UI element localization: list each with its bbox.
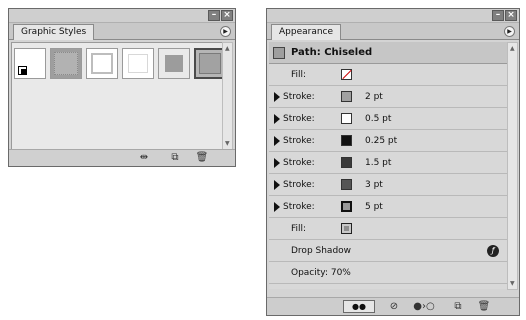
graphic-styles-titlebar[interactable]: – × bbox=[9, 9, 235, 23]
appearance-row-fill[interactable]: Fill: bbox=[269, 218, 507, 240]
trash-icon[interactable]: 🗑 bbox=[477, 301, 491, 313]
graphic-styles-footer: ⇹ ⧉ 🗑 bbox=[9, 149, 235, 166]
stroke-swatch-icon[interactable] bbox=[341, 113, 352, 124]
stroke-swatch-icon[interactable] bbox=[341, 179, 352, 190]
appearance-footer: ●● ⊘ ●›○ ⧉ 🗑 bbox=[267, 297, 519, 315]
expand-triangle-icon[interactable] bbox=[274, 92, 280, 102]
row-label: Stroke: bbox=[283, 114, 315, 124]
close-icon[interactable]: × bbox=[221, 10, 233, 21]
path-thumbnail-icon bbox=[273, 47, 285, 59]
stroke-swatch-icon[interactable] bbox=[341, 201, 352, 212]
row-label: Stroke: bbox=[283, 92, 315, 102]
duplicate-item-icon[interactable]: ⧉ bbox=[451, 301, 465, 313]
style-swatch-outline[interactable] bbox=[122, 48, 154, 79]
new-style-icon[interactable]: ⧉ bbox=[168, 152, 182, 164]
appearance-row-stroke[interactable]: Stroke: 5 pt bbox=[269, 196, 507, 218]
appearance-row-effect[interactable]: Drop Shadow ƒ bbox=[269, 240, 507, 262]
stroke-swatch-icon[interactable] bbox=[341, 91, 352, 102]
appearance-scrollbar[interactable]: ▲ ▼ bbox=[507, 42, 518, 290]
appearance-attribute-list: Fill: Stroke: 2 pt Stroke: 0.5 pt Stroke… bbox=[269, 64, 507, 289]
row-label: Stroke: bbox=[283, 136, 315, 146]
expand-triangle-icon[interactable] bbox=[274, 114, 280, 124]
stroke-swatch-icon[interactable] bbox=[341, 157, 352, 168]
graphic-styles-scrollbar[interactable]: ▲ ▼ bbox=[222, 42, 233, 150]
graphic-styles-panel: – × Graphic Styles ▶ ▲ ▼ ⇹ ⧉ 🗑 bbox=[8, 8, 236, 167]
break-link-icon[interactable]: ⇹ bbox=[133, 152, 155, 164]
appearance-row-opacity[interactable]: Opacity: 70% bbox=[269, 262, 507, 284]
stroke-swatch-icon[interactable] bbox=[341, 135, 352, 146]
style-swatch-texture[interactable] bbox=[50, 48, 82, 79]
stroke-weight: 3 pt bbox=[365, 180, 383, 190]
reduce-to-basic-icon[interactable]: ●›○ bbox=[411, 301, 437, 313]
row-label: Drop Shadow bbox=[291, 246, 352, 256]
stroke-weight: 5 pt bbox=[365, 202, 383, 212]
style-swatch-default[interactable] bbox=[14, 48, 46, 79]
stroke-weight: 0.25 pt bbox=[365, 136, 398, 146]
tab-appearance[interactable]: Appearance bbox=[271, 24, 342, 40]
panel-menu-icon[interactable]: ▶ bbox=[504, 26, 515, 37]
row-label: Fill: bbox=[291, 224, 307, 234]
tab-graphic-styles[interactable]: Graphic Styles bbox=[13, 24, 95, 40]
appearance-header[interactable]: Path: Chiseled bbox=[269, 42, 507, 64]
clear-appearance-icon[interactable]: ⊘ bbox=[387, 301, 401, 313]
appearance-panel: – × Appearance ▶ Path: Chiseled Fill: St… bbox=[266, 8, 520, 316]
scroll-down-icon[interactable]: ▼ bbox=[225, 140, 230, 147]
row-label: Stroke: bbox=[283, 202, 315, 212]
appearance-target-title: Path: Chiseled bbox=[291, 47, 373, 58]
minimize-icon[interactable]: – bbox=[492, 10, 504, 21]
row-label: Stroke: bbox=[283, 158, 315, 168]
style-swatch-border[interactable] bbox=[86, 48, 118, 79]
expand-triangle-icon[interactable] bbox=[274, 158, 280, 168]
appearance-tabrow: Appearance ▶ bbox=[267, 23, 519, 40]
appearance-titlebar[interactable]: – × bbox=[267, 9, 519, 23]
appearance-row-fill[interactable]: Fill: bbox=[269, 64, 507, 86]
scroll-down-icon[interactable]: ▼ bbox=[510, 280, 515, 287]
graphic-styles-swatch-area bbox=[11, 42, 226, 150]
appearance-row-stroke[interactable]: Stroke: 2 pt bbox=[269, 86, 507, 108]
expand-triangle-icon[interactable] bbox=[274, 202, 280, 212]
expand-triangle-icon[interactable] bbox=[274, 180, 280, 190]
appearance-row-stroke[interactable]: Stroke: 0.25 pt bbox=[269, 130, 507, 152]
stroke-weight: 2 pt bbox=[365, 92, 383, 102]
stroke-weight: 0.5 pt bbox=[365, 114, 392, 124]
effect-fx-icon[interactable]: ƒ bbox=[487, 245, 499, 257]
scroll-up-icon[interactable]: ▲ bbox=[510, 45, 515, 52]
fill-none-swatch-icon[interactable] bbox=[341, 69, 352, 80]
close-icon[interactable]: × bbox=[505, 10, 517, 21]
appearance-row-stroke[interactable]: Stroke: 3 pt bbox=[269, 174, 507, 196]
expand-triangle-icon[interactable] bbox=[274, 136, 280, 146]
scroll-up-icon[interactable]: ▲ bbox=[225, 45, 230, 52]
default-style-icon bbox=[18, 66, 27, 75]
appearance-row-stroke[interactable]: Stroke: 0.5 pt bbox=[269, 108, 507, 130]
minimize-icon[interactable]: – bbox=[208, 10, 220, 21]
row-label: Stroke: bbox=[283, 180, 315, 190]
graphic-styles-tabrow: Graphic Styles ▶ bbox=[9, 23, 235, 40]
row-label: Fill: bbox=[291, 70, 307, 80]
style-swatch-gray[interactable] bbox=[158, 48, 190, 79]
appearance-row-stroke[interactable]: Stroke: 1.5 pt bbox=[269, 152, 507, 174]
panel-menu-icon[interactable]: ▶ bbox=[220, 26, 231, 37]
new-art-basic-appearance-icon[interactable]: ●● bbox=[343, 300, 375, 313]
row-label: Opacity: 70% bbox=[291, 268, 351, 278]
stroke-weight: 1.5 pt bbox=[365, 158, 392, 168]
trash-icon[interactable]: 🗑 bbox=[195, 152, 209, 164]
fill-swatch-icon[interactable] bbox=[341, 223, 352, 234]
